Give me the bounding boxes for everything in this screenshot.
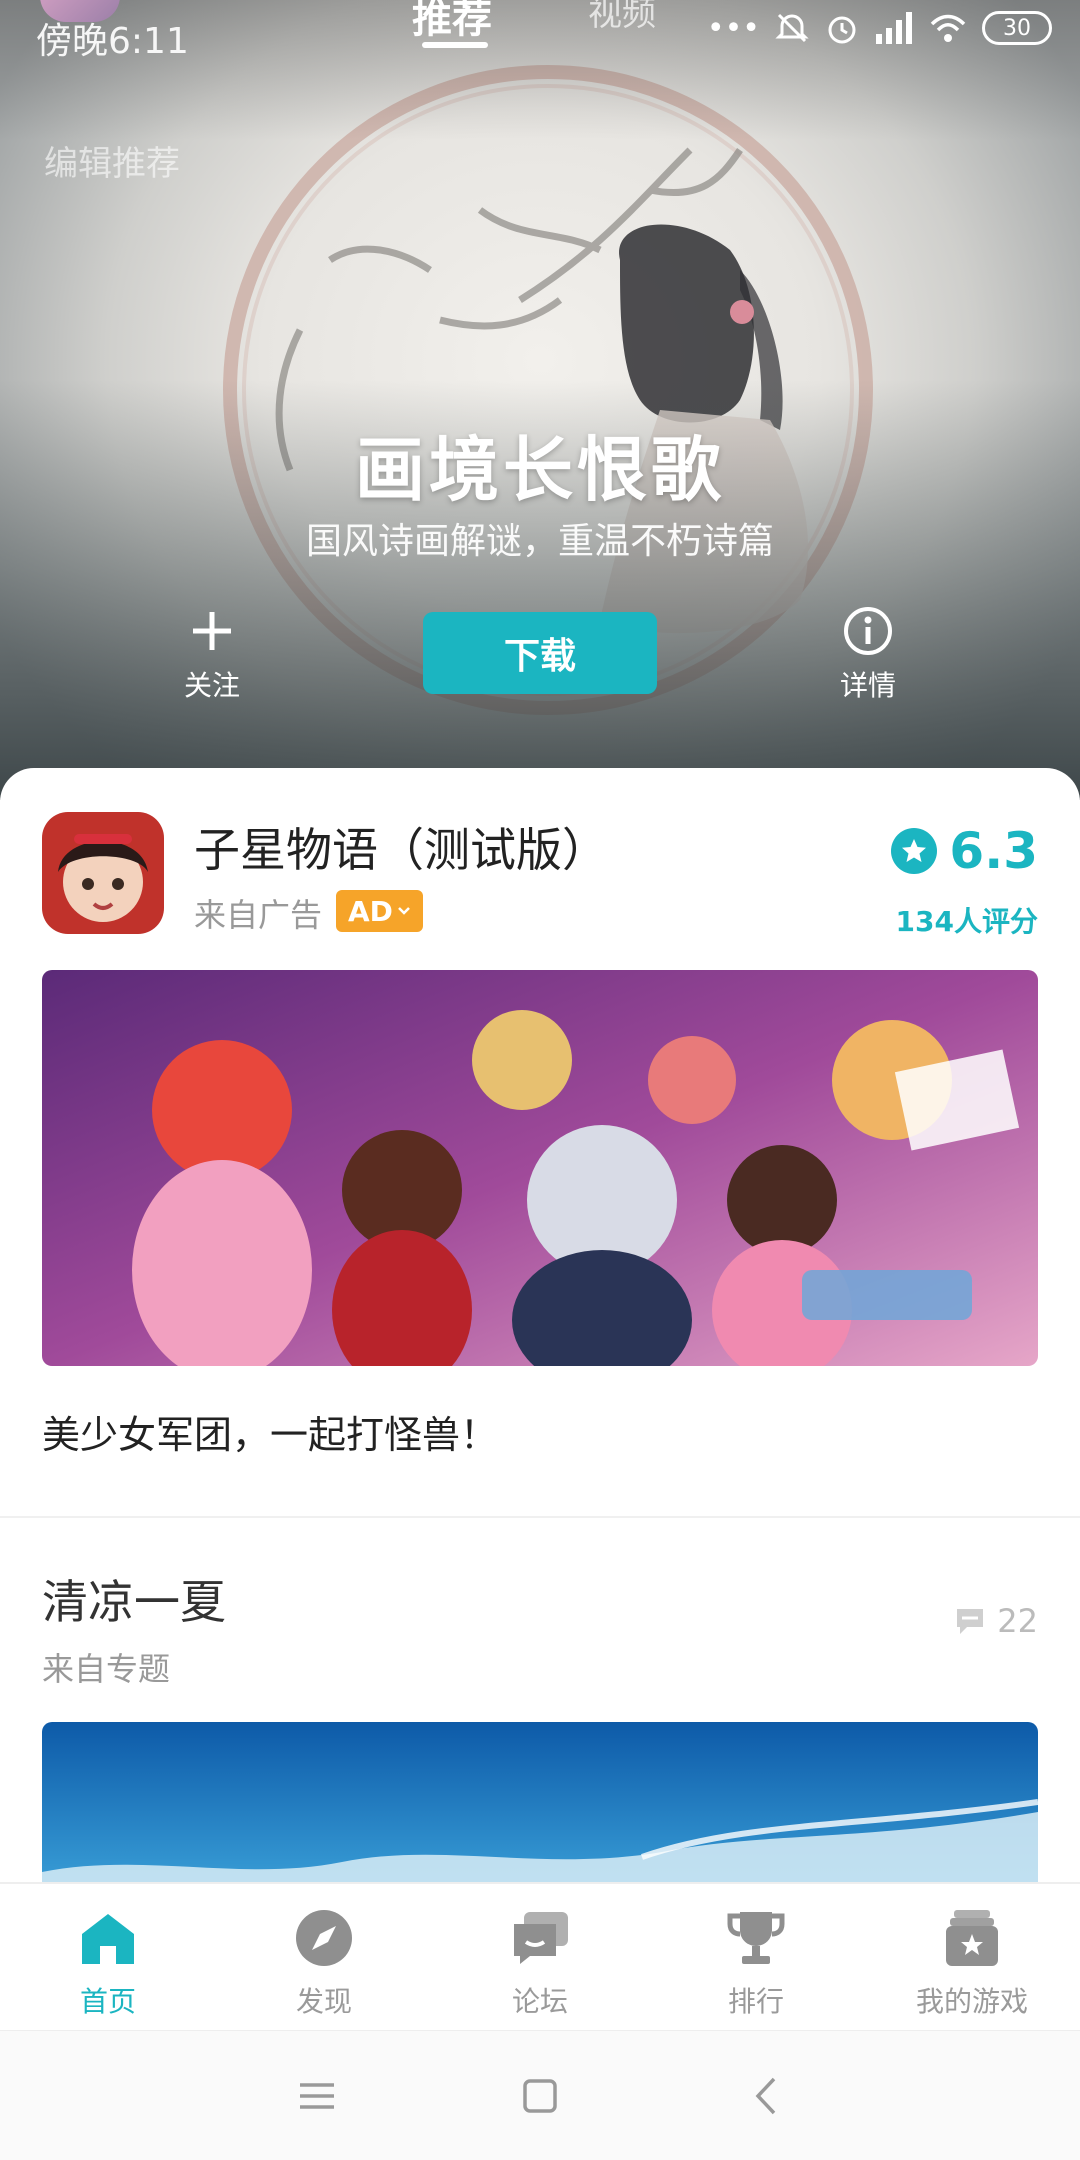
more-dots-icon: ••• — [706, 10, 760, 46]
topic-title[interactable]: 清凉一夏 — [42, 1566, 226, 1632]
bottom-nav: 首页 发现 论坛 排行 我的游戏 — [0, 1882, 1080, 2030]
app-name[interactable]: 子星物语（测试版） — [194, 814, 608, 880]
nav-discover-label: 发现 — [295, 1985, 352, 2018]
nav-my-games[interactable]: 我的游戏 — [864, 1884, 1080, 2030]
home-square-icon[interactable] — [515, 2071, 565, 2121]
home-icon — [82, 1914, 134, 1964]
sea-artwork — [42, 1722, 1038, 1892]
tab-video[interactable]: 视频 — [588, 0, 656, 35]
hero-banner[interactable]: 傍晚6:11 推荐 视频 ••• 30 编辑推荐 画境长恨歌 国风诗画解谜，重温… — [0, 0, 1080, 800]
compass-icon — [296, 1910, 352, 1966]
star-icon — [891, 828, 938, 874]
ad-banner-image[interactable] — [42, 970, 1038, 1366]
nav-my-games-label: 我的游戏 — [915, 1985, 1028, 2018]
app-icon[interactable] — [42, 812, 164, 934]
comment-icon — [957, 1609, 984, 1634]
nav-discover[interactable]: 发现 — [216, 1884, 432, 2030]
game-artwork — [42, 970, 1038, 1366]
nav-ranking[interactable]: 排行 — [648, 1884, 864, 2030]
tab-indicator — [422, 42, 488, 48]
comment-count-value: 22 — [997, 1602, 1038, 1640]
topic-source: 来自专题 — [42, 1650, 171, 1688]
signal-icon — [876, 12, 912, 44]
nav-home[interactable]: 首页 — [0, 1884, 216, 2030]
follow-button[interactable]: 关注 — [152, 604, 272, 704]
comment-count[interactable]: 22 — [953, 1602, 1038, 1640]
tab-recommend[interactable]: 推荐 — [412, 0, 492, 44]
battery-level: 30 — [1003, 15, 1031, 41]
info-icon — [844, 607, 892, 655]
nav-forum[interactable]: 论坛 — [432, 1884, 648, 2030]
system-nav-bar — [0, 2030, 1080, 2160]
nav-ranking-label: 排行 — [727, 1985, 784, 2018]
nav-forum-label: 论坛 — [511, 1985, 568, 2018]
my-games-icon — [946, 1910, 998, 1966]
chevron-down-icon — [398, 907, 410, 915]
editor-pick-label: 编辑推荐 — [44, 144, 180, 184]
battery-icon: 30 — [982, 11, 1052, 45]
wifi-icon — [930, 14, 966, 42]
back-icon[interactable] — [742, 2071, 792, 2121]
ad-source: 来自广告 — [194, 896, 323, 934]
section-divider — [0, 1516, 1080, 1518]
nav-home-label: 首页 — [79, 1985, 136, 2018]
rating-value: 6.3 — [949, 822, 1038, 880]
rating-score: 6.3 — [891, 822, 1038, 880]
status-icons: ••• 30 — [707, 10, 1052, 46]
trophy-icon — [727, 1912, 785, 1964]
detail-button[interactable]: 详情 — [808, 604, 928, 704]
status-time: 傍晚6:11 — [36, 21, 189, 62]
alarm-icon — [828, 16, 856, 44]
forum-icon — [514, 1912, 568, 1964]
status-bar: 傍晚6:11 推荐 视频 ••• 30 — [0, 0, 1080, 70]
ad-badge-label: AD — [348, 894, 393, 928]
hero-subtitle: 国风诗画解谜，重温不朽诗篇 — [305, 521, 774, 562]
follow-label: 关注 — [183, 669, 240, 702]
download-button[interactable]: 下载 — [423, 612, 657, 694]
topic-banner-image[interactable] — [42, 1722, 1038, 1892]
menu-icon[interactable] — [292, 2071, 342, 2121]
detail-label: 详情 — [839, 669, 896, 702]
ad-badge[interactable]: AD — [336, 890, 423, 932]
rating-count: 134人评分 — [895, 905, 1038, 938]
plus-icon — [193, 612, 231, 650]
ad-caption: 美少女军团，一起打怪兽！ — [42, 1413, 499, 1457]
hero-title: 画境长恨歌 — [355, 429, 725, 511]
app-icon-art — [42, 812, 164, 934]
mute-icon — [775, 13, 809, 43]
